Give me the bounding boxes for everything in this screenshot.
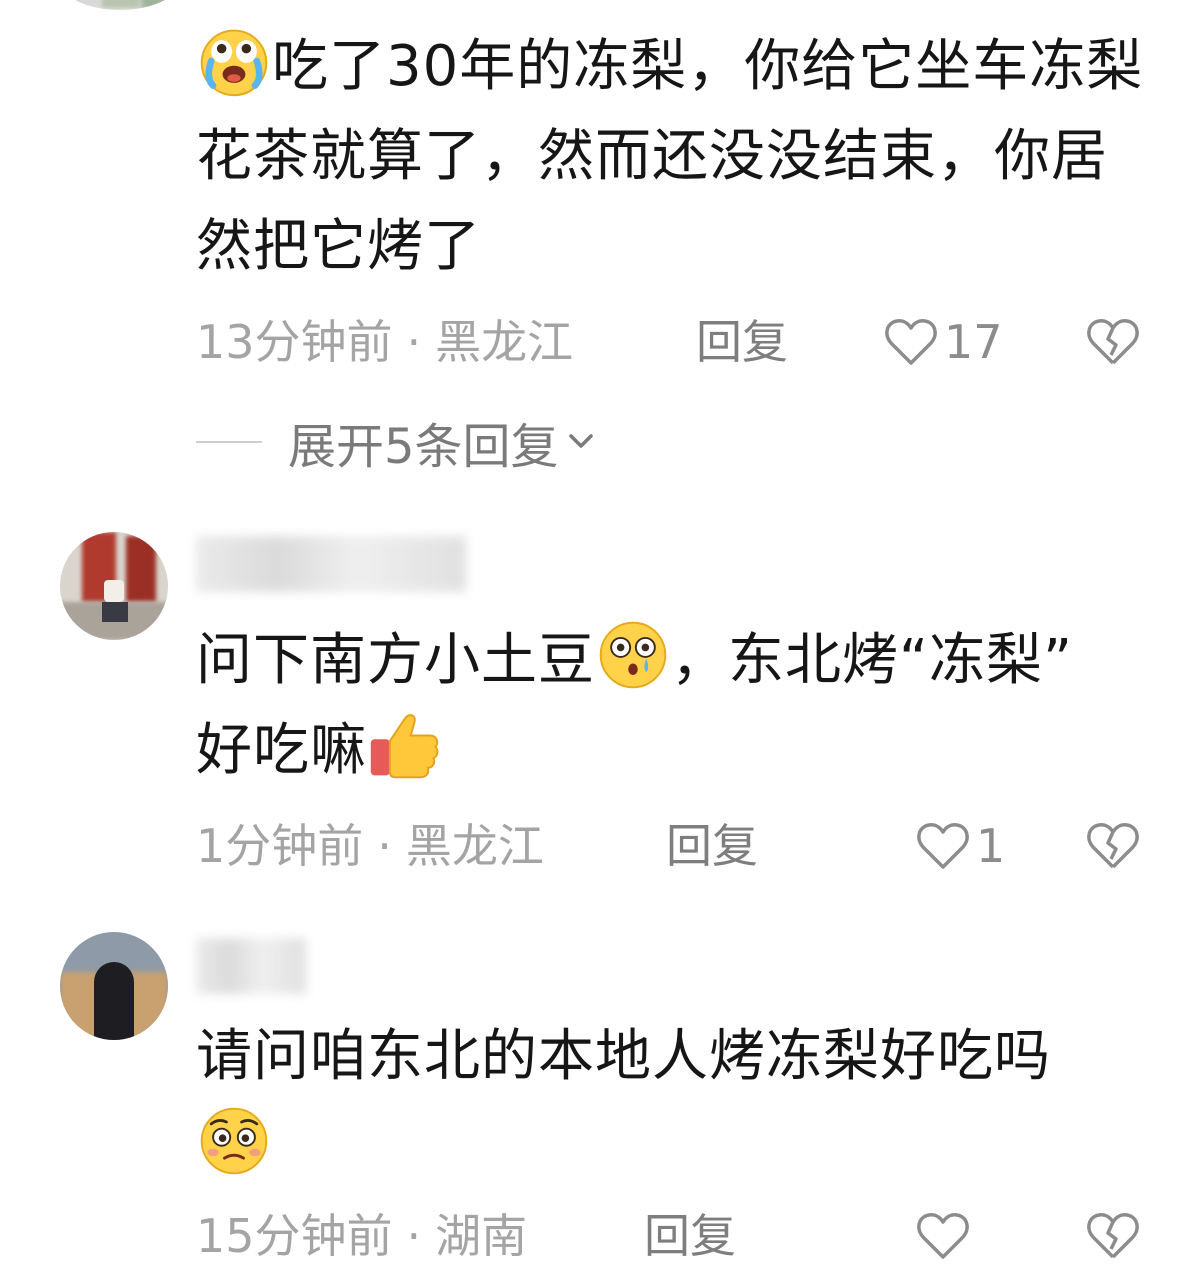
avatar[interactable] (60, 0, 180, 10)
meta-separator: · (377, 819, 392, 873)
expand-replies-button[interactable]: 展开5条回复 (196, 410, 599, 475)
like-button[interactable]: 17 (884, 312, 1003, 372)
comment-text-part: 好吃嘛 (196, 718, 367, 783)
thumbs-up-emoji (370, 714, 439, 779)
comment-text: 吃了30年的冻梨，你给它坐车冻梨花茶就算了，然而还没没结束，你居然把它烤了 (196, 22, 1156, 292)
comment-text-content: 吃了30年的冻梨，你给它坐车冻梨花茶就算了，然而还没没结束，你居然把它烤了 (196, 34, 1144, 279)
meta-separator: · (406, 1209, 422, 1263)
comment-text: 问下南方小土豆 ，东北烤“冻梨” 好吃嘛 (196, 616, 1156, 796)
like-button[interactable] (916, 1206, 976, 1266)
like-count: 17 (944, 315, 1003, 369)
comment-text: 请问咱东北的本地人烤冻梨好吃吗 (196, 1012, 1156, 1192)
reply-button[interactable]: 回复 (644, 1206, 736, 1266)
meta-separator: · (406, 315, 422, 369)
comment-meta: 1分钟前 · 黑龙江 (196, 816, 544, 876)
location: 湖南 (435, 1209, 528, 1263)
expand-replies-label: 展开5条回复 (288, 419, 559, 475)
avatar[interactable] (60, 932, 168, 1040)
comment-text-part: 问下南方小土豆 (196, 628, 595, 693)
heart-icon (917, 823, 969, 869)
pleading-emoji (200, 1107, 268, 1175)
like-button[interactable]: 1 (916, 816, 1005, 876)
heart-icon (885, 319, 937, 365)
expand-divider (196, 441, 262, 443)
username-blurred (196, 536, 466, 592)
heart-icon (917, 1213, 969, 1259)
broken-heart-icon[interactable] (1086, 317, 1140, 367)
timestamp: 13分钟前 (196, 315, 393, 369)
timestamp: 1分钟前 (196, 819, 364, 873)
comment-meta: 15分钟前 · 湖南 (196, 1206, 527, 1266)
avatar[interactable] (60, 532, 168, 640)
chevron-down-icon (568, 434, 593, 448)
like-count: 1 (976, 819, 1006, 873)
location: 黑龙江 (435, 315, 574, 369)
reply-button[interactable]: 回复 (666, 816, 758, 876)
crying-laugh-emoji (200, 29, 268, 97)
location: 黑龙江 (405, 819, 544, 873)
shocked-tear-emoji (599, 621, 667, 689)
comment-meta: 13分钟前 · 黑龙江 (196, 312, 573, 372)
reply-button[interactable]: 回复 (696, 312, 788, 372)
broken-heart-icon[interactable] (1086, 821, 1140, 871)
timestamp: 15分钟前 (196, 1209, 393, 1263)
broken-heart-icon[interactable] (1086, 1211, 1140, 1261)
comment-text-part: ，东北烤“冻梨” (671, 628, 1074, 693)
comment-text-content: 请问咱东北的本地人烤冻梨好吃吗 (196, 1024, 1051, 1089)
username-blurred (196, 938, 306, 994)
